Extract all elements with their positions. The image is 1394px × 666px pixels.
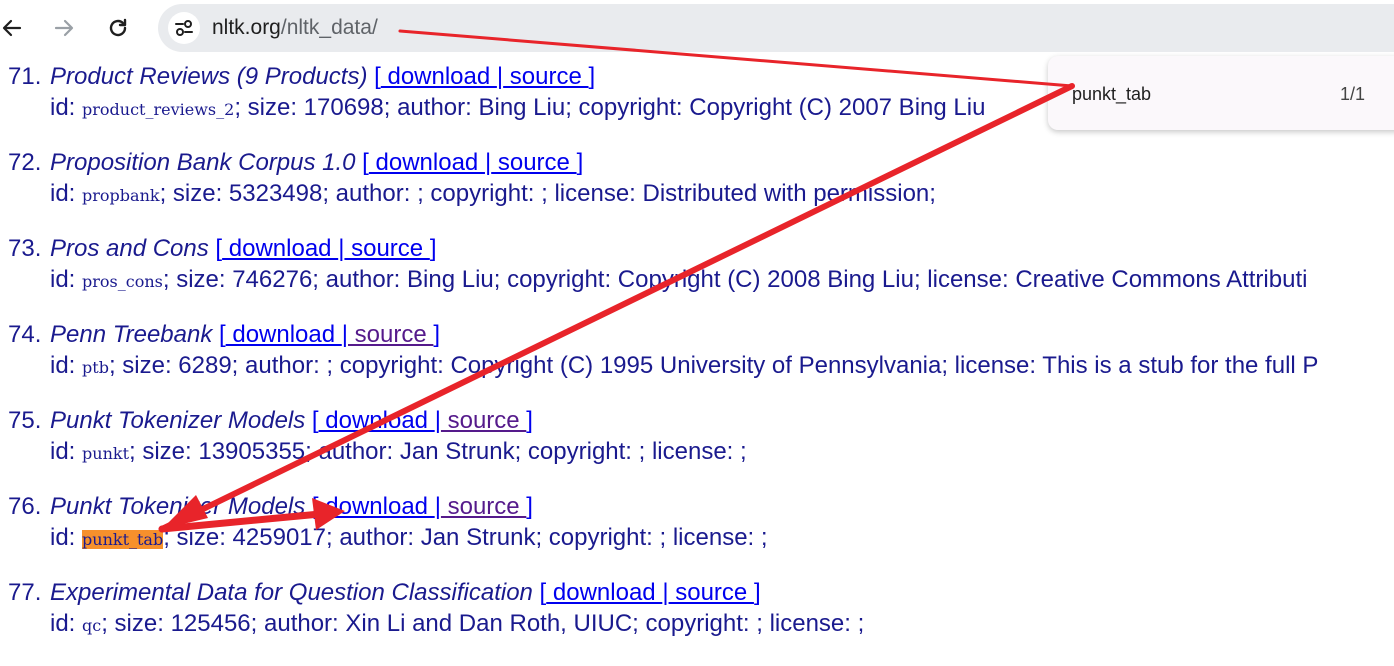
- item-meta: ; size: 125456; author: Xin Li and Dan R…: [101, 610, 865, 637]
- item-title: Product Reviews (9 Products): [50, 63, 368, 90]
- download-link[interactable]: download: [546, 579, 662, 606]
- item-id: qc: [82, 616, 102, 635]
- item-number: 73.: [8, 235, 42, 262]
- download-link[interactable]: download: [226, 321, 342, 348]
- item-meta: ; size: 170698; author: Bing Liu; copyri…: [234, 94, 986, 121]
- download-link[interactable]: download: [319, 493, 435, 520]
- item-id: propbank: [82, 186, 160, 205]
- item-title: Punkt Tokenizer Models: [50, 407, 306, 434]
- item-number: 71.: [8, 63, 42, 90]
- download-link[interactable]: download: [369, 149, 485, 176]
- item-meta: ; size: 746276; author: Bing Liu; copyri…: [162, 266, 1308, 293]
- source-link[interactable]: source: [441, 493, 526, 520]
- item-number: 77.: [8, 579, 42, 606]
- address-bar[interactable]: nltk.org/nltk_data/: [158, 4, 1394, 52]
- list-item: 77. Experimental Data for Question Classi…: [0, 578, 864, 641]
- find-input[interactable]: punkt_tab: [1072, 84, 1151, 105]
- source-link[interactable]: source: [348, 321, 433, 348]
- list-item: 75. Punkt Tokenizer Models [ download | s…: [0, 406, 747, 469]
- item-title: Proposition Bank Corpus 1.0: [50, 149, 356, 176]
- item-number: 76.: [8, 493, 42, 520]
- back-arrow-icon[interactable]: [0, 12, 28, 44]
- item-id: product_reviews_2: [82, 100, 235, 119]
- item-number: 74.: [8, 321, 42, 348]
- site-info-icon[interactable]: [168, 12, 200, 44]
- url-text[interactable]: nltk.org/nltk_data/: [212, 16, 378, 40]
- list-item: 72. Proposition Bank Corpus 1.0 [ downloa…: [0, 148, 936, 211]
- item-number: 72.: [8, 149, 42, 176]
- download-link[interactable]: download: [222, 235, 338, 262]
- browser-toolbar: nltk.org/nltk_data/: [0, 0, 1394, 58]
- item-id: pros_cons: [82, 272, 163, 291]
- list-item: 76. Punkt Tokenizer Models [ download | s…: [0, 492, 768, 555]
- source-link[interactable]: source: [491, 149, 576, 176]
- item-meta: ; size: 5323498; author: ; copyright: ; …: [159, 180, 936, 207]
- reload-icon[interactable]: [102, 12, 134, 44]
- item-id: ptb: [82, 358, 109, 377]
- download-link[interactable]: download: [381, 63, 497, 90]
- item-meta: ; size: 13905355; author: Jan Strunk; co…: [129, 438, 747, 465]
- source-link[interactable]: source: [344, 235, 429, 262]
- list-item: 74. Penn Treebank [ download | source ] i…: [0, 320, 1318, 383]
- item-id-highlighted: punkt_tab: [82, 530, 164, 549]
- item-meta: ; size: 6289; author: ; copyright: Copyr…: [108, 352, 1319, 379]
- item-id: punkt: [82, 444, 129, 463]
- find-match-count: 1/1: [1340, 84, 1366, 104]
- list-item: 73. Pros and Cons [ download | source ] i…: [0, 234, 1307, 297]
- source-link[interactable]: source: [503, 63, 588, 90]
- source-link[interactable]: source: [669, 579, 754, 606]
- item-title: Penn Treebank: [50, 321, 213, 348]
- item-meta: ; size: 4259017; author: Jan Strunk; cop…: [163, 524, 768, 551]
- item-title: Experimental Data for Question Classific…: [50, 579, 533, 606]
- item-title: Punkt Tokenizer Models: [50, 493, 306, 520]
- download-link[interactable]: download: [319, 407, 435, 434]
- source-link[interactable]: source: [441, 407, 526, 434]
- forward-arrow-icon[interactable]: [48, 12, 80, 44]
- list-item: 71. Product Reviews (9 Products) [ downlo…: [0, 62, 985, 125]
- item-number: 75.: [8, 407, 42, 434]
- item-title: Pros and Cons: [50, 235, 209, 262]
- find-bar: punkt_tab 1/1: [1048, 56, 1394, 130]
